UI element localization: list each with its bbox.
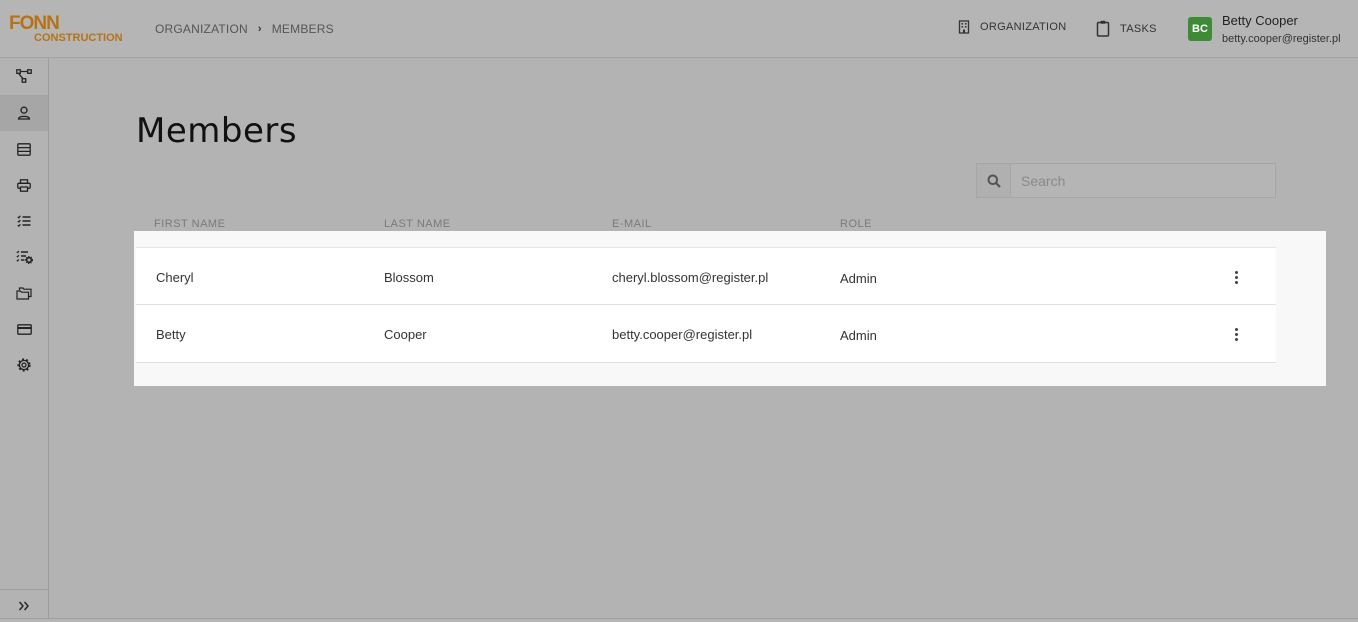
printer-icon <box>17 178 31 192</box>
cell-last-name: Cooper <box>384 327 427 342</box>
user-icon <box>17 106 31 120</box>
column-header-last-name[interactable]: LAST NAME <box>384 218 451 230</box>
kebab-dot <box>1234 327 1238 331</box>
folders-icon <box>16 286 32 300</box>
tasks-link[interactable]: TASKS <box>1096 20 1157 37</box>
column-header-email[interactable]: E-MAIL <box>612 218 652 230</box>
search-box <box>976 163 1276 198</box>
sidebar-item-task-settings[interactable] <box>0 239 48 275</box>
sidebar-item-database[interactable] <box>0 131 48 167</box>
fonn-logo[interactable]: FONN CONSTRUCTION <box>9 14 127 46</box>
table-row[interactable]: Betty Cooper betty.cooper@register.pl Ad… <box>136 305 1276 363</box>
breadcrumb-separator: › <box>257 23 262 35</box>
kebab-dot <box>1234 337 1238 341</box>
double-chevron-right-icon <box>18 601 29 611</box>
search-icon <box>987 174 1001 188</box>
kebab-dot <box>1234 280 1238 284</box>
breadcrumb-organization[interactable]: ORGANIZATION <box>155 22 248 36</box>
logo-subtitle: CONSTRUCTION <box>34 32 123 44</box>
task-settings-icon <box>15 250 33 264</box>
breadcrumb-members: MEMBERS <box>271 22 334 36</box>
kebab-dot <box>1234 275 1238 279</box>
building-icon <box>958 20 970 34</box>
kebab-dot <box>1234 270 1238 274</box>
sidebar-item-billing[interactable] <box>0 311 48 347</box>
organization-link-label: ORGANIZATION <box>980 21 1067 33</box>
credit-card-icon <box>16 323 32 335</box>
top-bar: FONN CONSTRUCTION ORGANIZATION › MEMBERS… <box>0 0 1358 58</box>
clipboard-icon <box>1096 20 1110 37</box>
search-button[interactable] <box>977 164 1011 197</box>
column-header-first-name[interactable]: FIRST NAME <box>154 218 225 230</box>
user-name: Betty Cooper <box>1222 13 1298 28</box>
sidebar <box>0 58 49 622</box>
database-icon <box>17 142 31 156</box>
workflow-icon <box>16 69 32 83</box>
column-header-role[interactable]: ROLE <box>840 218 872 230</box>
members-table: Cheryl Blossom cheryl.blossom@register.p… <box>134 231 1326 386</box>
logo-wordmark: FONN <box>9 13 60 34</box>
organization-link[interactable]: ORGANIZATION <box>958 20 1067 34</box>
kebab-dot <box>1234 332 1238 336</box>
cell-email: betty.cooper@register.pl <box>612 327 753 342</box>
sidebar-item-folders[interactable] <box>0 275 48 311</box>
sidebar-item-workflows[interactable] <box>0 58 48 94</box>
sidebar-item-members[interactable] <box>0 95 48 131</box>
sidebar-item-settings[interactable] <box>0 347 48 383</box>
cell-first-name: Cheryl <box>156 270 194 285</box>
gear-icon <box>17 358 31 372</box>
tasks-link-label: TASKS <box>1120 22 1157 35</box>
row-menu-button[interactable] <box>1228 268 1244 286</box>
checklist-icon <box>17 215 31 227</box>
page-title: Members <box>136 111 298 151</box>
table-row[interactable]: Cheryl Blossom cheryl.blossom@register.p… <box>136 247 1276 305</box>
cell-first-name: Betty <box>156 327 186 342</box>
sidebar-item-print[interactable] <box>0 167 48 203</box>
user-email: betty.cooper@register.pl <box>1222 33 1341 45</box>
cell-role: Admin <box>840 328 877 343</box>
row-menu-button[interactable] <box>1228 325 1244 343</box>
cell-role: Admin <box>840 271 877 286</box>
breadcrumb: ORGANIZATION › MEMBERS <box>155 22 334 36</box>
cell-last-name: Blossom <box>384 270 434 285</box>
avatar[interactable]: BC <box>1188 17 1212 41</box>
bottom-divider <box>0 618 1358 622</box>
search-input[interactable] <box>1011 164 1275 197</box>
sidebar-item-checklists[interactable] <box>0 203 48 239</box>
cell-email: cheryl.blossom@register.pl <box>612 270 769 285</box>
